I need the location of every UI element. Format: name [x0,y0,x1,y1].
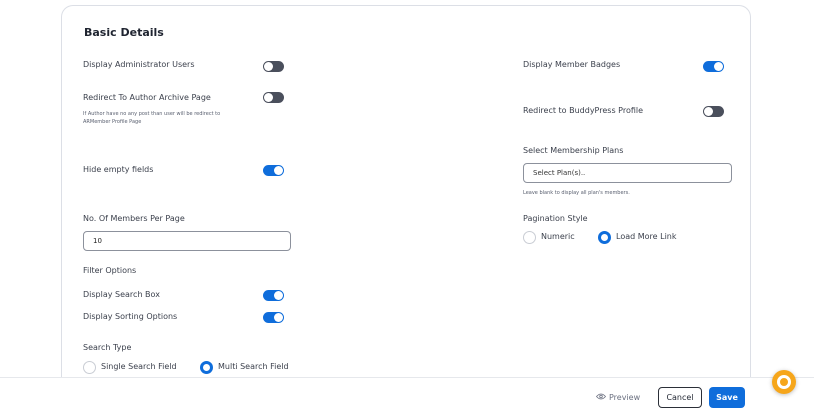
toggle-knob [704,107,713,116]
redirect-buddypress-label: Redirect to BuddyPress Profile [523,106,644,115]
toggle-knob [274,291,283,300]
basic-details-card: Basic Details Display Administrator User… [61,5,751,377]
display-member-badges-label: Display Member Badges [523,60,621,69]
toggle-knob [714,62,723,71]
pagination-load-more-label: Load More Link [616,232,677,241]
footer-bar: Preview Cancel Save [0,377,814,413]
pagination-load-more-radio[interactable] [598,231,611,244]
pagination-numeric-label: Numeric [541,232,575,241]
redirect-buddypress-toggle[interactable] [703,106,724,117]
help-button[interactable] [772,370,796,394]
display-search-box-label: Display Search Box [83,290,160,299]
eye-icon [595,393,607,402]
toggle-knob [264,93,273,102]
hide-empty-fields-label: Hide empty fields [83,165,154,174]
toggle-knob [264,62,273,71]
toggle-knob [274,166,283,175]
redirect-author-archive-label: Redirect To Author Archive Page [83,93,211,102]
section-title: Basic Details [84,26,164,39]
save-button[interactable]: Save [709,387,745,408]
search-type-label: Search Type [83,343,132,352]
search-type-multi-label: Multi Search Field [218,362,289,371]
display-sorting-options-label: Display Sorting Options [83,312,178,321]
toggle-knob [274,313,283,322]
search-type-single-radio[interactable] [83,361,96,374]
membership-plans-label: Select Membership Plans [523,146,624,155]
redirect-author-archive-toggle[interactable] [263,92,284,103]
display-admin-users-label: Display Administrator Users [83,60,195,69]
display-sorting-options-toggle[interactable] [263,312,284,323]
display-search-box-toggle[interactable] [263,290,284,301]
display-admin-users-toggle[interactable] [263,61,284,72]
cancel-button[interactable]: Cancel [658,387,702,408]
redirect-author-archive-hint-1: If Author have no any post than user wil… [83,111,221,117]
hide-empty-fields-toggle[interactable] [263,165,284,176]
search-type-single-label: Single Search Field [101,362,177,371]
members-per-page-label: No. Of Members Per Page [83,214,185,223]
preview-label: Preview [609,393,641,402]
pagination-style-label: Pagination Style [523,214,588,223]
membership-plans-hint: Leave blank to display all plan's member… [523,190,630,196]
redirect-author-archive-hint-2: ARMember Profile Page [83,119,142,125]
preview-link[interactable]: Preview [595,393,641,402]
members-per-page-input[interactable]: 10 [83,231,291,251]
filter-options-label: Filter Options [83,266,137,275]
pagination-numeric-radio[interactable] [523,231,536,244]
search-type-multi-radio[interactable] [200,361,213,374]
display-member-badges-toggle[interactable] [703,61,724,72]
membership-plans-select[interactable]: Select Plan(s).. [523,163,732,183]
lifebuoy-icon [777,375,791,389]
